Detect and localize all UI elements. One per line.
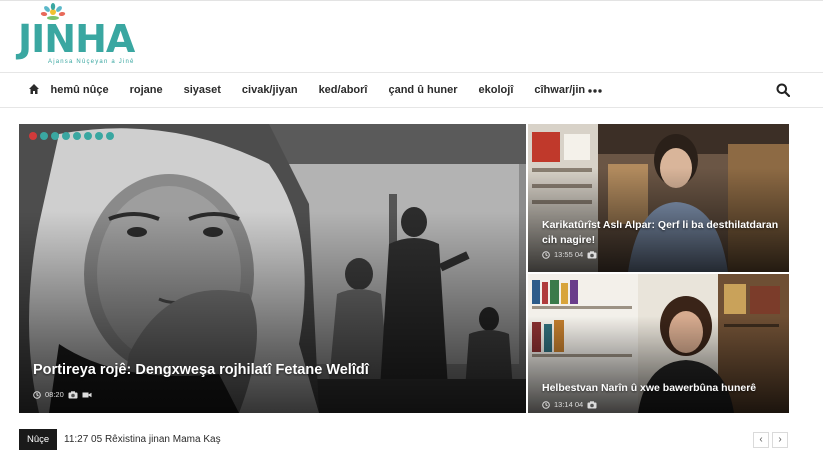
clock-icon — [33, 390, 41, 399]
slider-dot[interactable] — [51, 132, 59, 140]
featured-side-2-gradient — [528, 315, 789, 413]
video-icon — [82, 392, 92, 397]
slider-dot[interactable] — [40, 132, 48, 140]
clock-icon — [542, 250, 550, 259]
featured-side-2-time: 13:14 04 — [554, 400, 584, 409]
featured-side-1-meta: 13:55 04 — [542, 250, 597, 259]
nav-item-siyaset[interactable]: siyaset — [173, 73, 231, 107]
nav-item-hemu-nuce[interactable]: hemû nûçe — [40, 73, 119, 107]
camera-icon — [68, 390, 78, 398]
featured-main-time: 08:20 — [45, 390, 64, 399]
slider-dot[interactable] — [106, 132, 114, 140]
ticker-prev-button[interactable]: ‹ — [753, 432, 769, 448]
featured-side-2-title[interactable]: Helbestvan Narîn û xwe bawerbûna hunerê — [542, 382, 756, 394]
site-logo[interactable]: JINHA Ajansa Nûçeyan a Jinê — [18, 3, 142, 69]
featured-main-gradient — [19, 210, 526, 413]
featured-side-1-time: 13:55 04 — [554, 250, 584, 259]
featured-main-story[interactable]: Portireya rojê: Dengxweşa rojhilatî Feta… — [19, 124, 526, 413]
featured-main-meta: 08:20 — [33, 390, 92, 399]
nav-item-rojane[interactable]: rojane — [119, 73, 173, 107]
site-header: JINHA Ajansa Nûçeyan a Jinê — [0, 1, 823, 72]
logo-tagline: Ajansa Nûçeyan a Jinê — [48, 59, 135, 65]
slider-dot[interactable] — [29, 132, 37, 140]
slider-dot[interactable] — [84, 132, 92, 140]
ticker-label: Nûçe — [19, 429, 58, 450]
ellipsis-icon[interactable] — [588, 89, 602, 93]
featured-side-story-1[interactable]: Karikatûrîst Aslı Alpar: Qerf li ba dest… — [528, 124, 789, 272]
slider-dot[interactable] — [62, 132, 70, 140]
nav-item-ked-abori[interactable]: ked/aborî — [308, 73, 378, 107]
logo-wordmark: JINHA — [18, 17, 135, 61]
featured-main-title[interactable]: Portireya rojê: Dengxweşa rojhilatî Feta… — [33, 362, 369, 378]
nav-item-cihwar-jin[interactable]: cîhwar/jin — [524, 73, 596, 107]
nav-item-civak-jiyan[interactable]: civak/jiyan — [231, 73, 308, 107]
clock-icon — [542, 400, 550, 409]
featured-side-2-meta: 13:14 04 — [542, 400, 597, 409]
slider-dots — [29, 132, 114, 140]
featured-side-story-2[interactable]: Helbestvan Narîn û xwe bawerbûna hunerê … — [528, 274, 789, 413]
ticker-next-button[interactable]: › — [772, 432, 788, 448]
nav-item-ekoloji[interactable]: ekolojî — [468, 73, 524, 107]
home-icon[interactable] — [28, 83, 40, 95]
featured-side-1-title[interactable]: Karikatûrîst Aslı Alpar: Qerf li ba dest… — [542, 218, 780, 248]
slider-dot[interactable] — [95, 132, 103, 140]
nav-item-cand-u-huner[interactable]: çand û huner — [378, 73, 468, 107]
slider-dot[interactable] — [73, 132, 81, 140]
nav-menu: hemû nûçe rojane siyaset civak/jiyan ked… — [40, 73, 596, 107]
camera-icon — [587, 400, 597, 408]
search-icon[interactable] — [776, 83, 790, 97]
main-navigation: hemû nûçe rojane siyaset civak/jiyan ked… — [0, 72, 823, 108]
camera-icon — [587, 250, 597, 258]
ticker-headline[interactable]: 11:27 05 Rêxistina jinan Mama Kaş — [64, 429, 221, 450]
news-ticker: Nûçe 11:27 05 Rêxistina jinan Mama Kaş ‹… — [19, 429, 789, 451]
